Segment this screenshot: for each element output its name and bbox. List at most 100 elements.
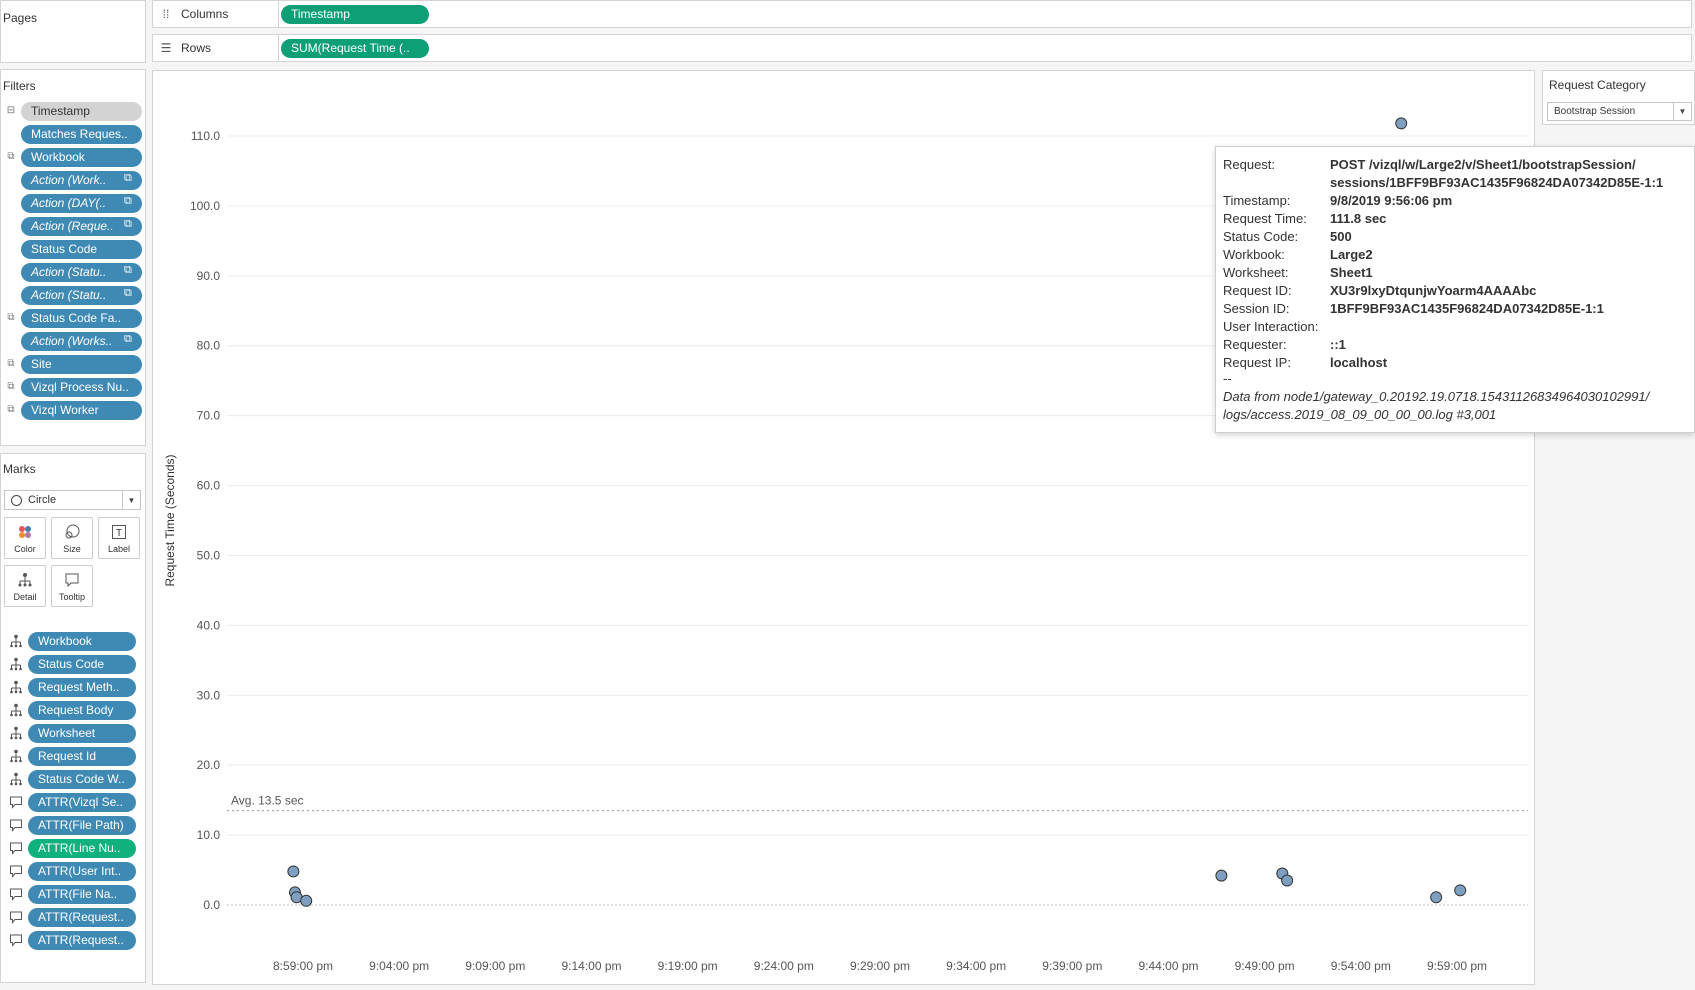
filter-pill[interactable]: Workbook [21, 148, 142, 167]
marks-field-row[interactable]: ATTR(File Path) [1, 815, 146, 836]
filter-row[interactable]: ⧉ Workbook [1, 147, 146, 168]
y-tick-label: 70.0 [197, 409, 221, 423]
columns-pill-timestamp[interactable]: Timestamp [281, 5, 429, 24]
marks-field-row[interactable]: ATTR(Request.. [1, 907, 146, 928]
y-tick-label: 60.0 [197, 479, 221, 493]
tooltip-icon [9, 818, 23, 832]
marks-field-pill[interactable]: Status Code W.. [28, 770, 136, 789]
detail-icon [9, 749, 23, 763]
filter-row[interactable]: ⊟ Timestamp [1, 101, 146, 122]
tooltip-key: Status Code: [1223, 229, 1299, 244]
tooltip-label: Tooltip [58, 592, 85, 602]
scatter-point[interactable] [1395, 117, 1408, 130]
detail-icon [5, 572, 45, 588]
filter-row[interactable]: Action (Statu.. ⧉ [1, 262, 146, 283]
x-tick-label: 9:34:00 pm [946, 959, 1006, 973]
detail-icon [9, 634, 23, 648]
detail-icon [9, 680, 23, 694]
filter-row[interactable]: Action (Work.. ⧉ [1, 170, 146, 191]
filter-pill[interactable]: Matches Reques.. [21, 125, 142, 144]
scatter-point[interactable] [1215, 869, 1228, 882]
filter-pill[interactable]: Vizql Process Nu.. [21, 378, 142, 397]
filter-pill[interactable]: Status Code [21, 240, 142, 259]
filter-pill[interactable]: Vizql Worker [21, 401, 142, 420]
marks-field-pill[interactable]: ATTR(File Na.. [28, 885, 136, 904]
x-tick-label: 9:29:00 pm [850, 959, 910, 973]
marks-field-row[interactable]: Request Body [1, 700, 146, 721]
marks-field-row[interactable]: Request Id [1, 746, 146, 767]
marks-field-pill[interactable]: Status Code [28, 655, 136, 674]
mark-type-dropdown[interactable]: Circle ▼ [4, 490, 141, 510]
tooltip-button[interactable]: Tooltip [51, 565, 93, 607]
filter-row[interactable]: Matches Reques.. [1, 124, 146, 145]
rows-pill-request-time[interactable]: SUM(Request Time (.. [281, 39, 429, 58]
marks-field-row[interactable]: ATTR(Request.. [1, 930, 146, 951]
scatter-point[interactable] [1430, 891, 1443, 904]
marks-field-row[interactable]: ATTR(User Int.. [1, 861, 146, 882]
marks-field-pill[interactable]: ATTR(User Int.. [28, 862, 136, 881]
tooltip-key: Session ID: [1223, 301, 1290, 316]
marks-field-row[interactable]: Workbook [1, 631, 146, 652]
marks-field-pill[interactable]: ATTR(Request.. [28, 931, 136, 950]
filter-row[interactable]: Action (Works.. ⧉ [1, 331, 146, 352]
filter-pill[interactable]: Site [21, 355, 142, 374]
filter-pill[interactable]: Timestamp [21, 102, 142, 121]
size-button[interactable]: Size [51, 517, 93, 559]
marks-field-row[interactable]: Status Code W.. [1, 769, 146, 790]
rows-shelf[interactable]: ☰ Rows SUM(Request Time (.. [152, 34, 1692, 62]
marks-field-row[interactable]: ATTR(Vizql Se.. [1, 792, 146, 813]
linked-action-icon: ⧉ [124, 172, 132, 184]
marks-field-pill[interactable]: Request Body [28, 701, 136, 720]
marks-field-row[interactable]: Request Meth.. [1, 677, 146, 698]
scatter-point[interactable] [1454, 884, 1467, 897]
marks-field-pill[interactable]: Workbook [28, 632, 136, 651]
marks-field-pill[interactable]: ATTR(Vizql Se.. [28, 793, 136, 812]
tooltip-icon [9, 864, 23, 878]
detail-button[interactable]: Detail [4, 565, 46, 607]
tooltip-note-line1: Data from node1/gateway_0.20192.19.0718.… [1223, 389, 1650, 404]
filter-row[interactable]: Status Code [1, 239, 146, 260]
x-tick-label: 9:24:00 pm [754, 959, 814, 973]
marks-field-pill[interactable]: ATTR(File Path) [28, 816, 136, 835]
label-label: Label [107, 544, 131, 554]
tooltip-icon [9, 933, 23, 947]
marks-field-row[interactable]: Worksheet [1, 723, 146, 744]
tooltip-value: sessions/1BFF9BF93AC1435F96824DA07342D85… [1330, 175, 1664, 190]
marks-field-pill[interactable]: ATTR(Line Nu.. [28, 839, 136, 858]
marks-field-pill[interactable]: ATTR(Request.. [28, 908, 136, 927]
marks-field-row[interactable]: Status Code [1, 654, 146, 675]
filter-row[interactable]: ⧉ Vizql Process Nu.. [1, 377, 146, 398]
chevron-down-icon[interactable]: ▼ [122, 491, 140, 509]
y-tick-label: 40.0 [197, 618, 221, 632]
color-label: Color [14, 544, 36, 554]
filter-row[interactable]: Action (Statu.. ⧉ [1, 285, 146, 306]
tooltip-key: Timestamp: [1223, 193, 1291, 208]
marks-field-pill[interactable]: Worksheet [28, 724, 136, 743]
color-button[interactable]: Color [4, 517, 46, 559]
marks-field-row[interactable]: ATTR(File Na.. [1, 884, 146, 905]
marks-field-row[interactable]: ATTR(Line Nu.. [1, 838, 146, 859]
tooltip-value: 1BFF9BF93AC1435F96824DA07342D85E-1:1 [1330, 301, 1604, 316]
filter-row[interactable]: ⧉ Status Code Fa.. [1, 308, 146, 329]
chevron-down-icon[interactable]: ▼ [1673, 103, 1691, 120]
scatter-point[interactable] [1281, 874, 1294, 887]
x-tick-label: 9:49:00 pm [1235, 959, 1295, 973]
columns-shelf[interactable]: ⁞⁞ Columns Timestamp [152, 0, 1692, 28]
filter-row[interactable]: Action (Reque.. ⧉ [1, 216, 146, 237]
filter-row[interactable]: Action (DAY(.. ⧉ [1, 193, 146, 214]
x-tick-label: 9:14:00 pm [561, 959, 621, 973]
y-tick-label: 50.0 [197, 548, 221, 562]
scatter-point[interactable] [287, 865, 300, 878]
filter-row[interactable]: ⧉ Vizql Worker [1, 400, 146, 421]
filter-pill[interactable]: Status Code Fa.. [21, 309, 142, 328]
request-category-dropdown[interactable]: Bootstrap Session ▼ [1547, 102, 1692, 121]
x-tick-label: 9:04:00 pm [369, 959, 429, 973]
filter-row[interactable]: ⧉ Site [1, 354, 146, 375]
columns-icon: ⁞⁞ [162, 7, 170, 21]
label-button[interactable]: T Label [98, 517, 140, 559]
detail-label: Detail [13, 592, 37, 602]
y-tick-label: 90.0 [197, 269, 221, 283]
marks-field-pill[interactable]: Request Meth.. [28, 678, 136, 697]
scatter-point[interactable] [300, 894, 313, 907]
marks-field-pill[interactable]: Request Id [28, 747, 136, 766]
